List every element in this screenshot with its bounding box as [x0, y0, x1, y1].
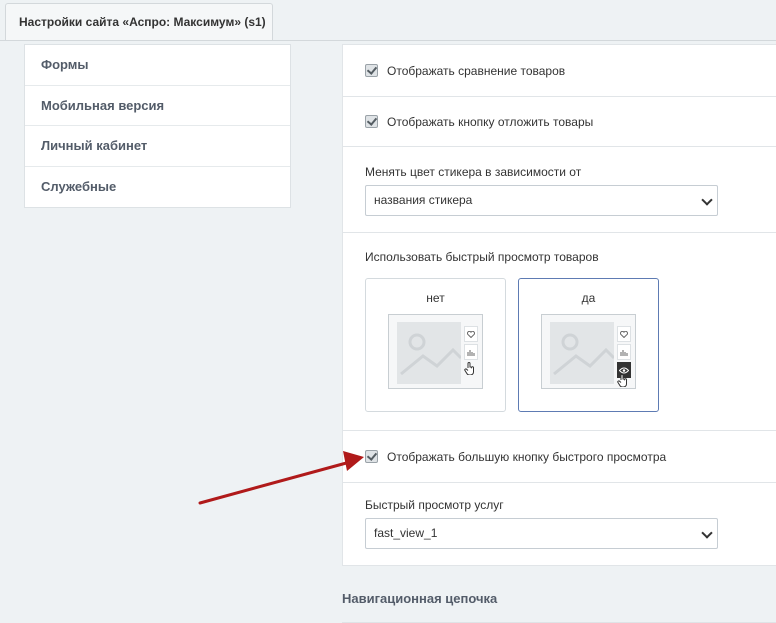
annotation-arrow-icon [198, 451, 364, 505]
